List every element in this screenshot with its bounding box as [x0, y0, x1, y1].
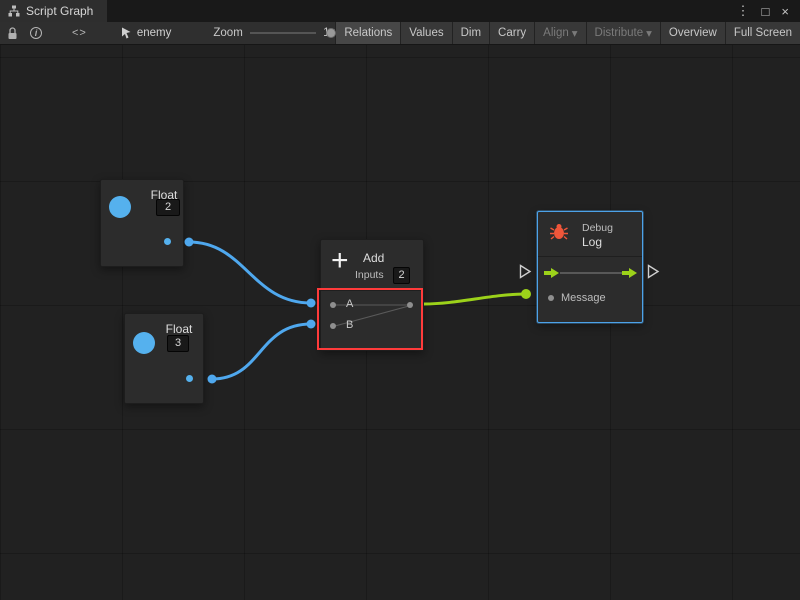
window-controls: ⋮ □ ×	[732, 0, 800, 22]
inputs-label: Inputs	[355, 269, 384, 281]
graph-name-group: enemy	[121, 27, 172, 39]
distribute-button[interactable]: Distribute ▾	[586, 22, 660, 44]
message-input-port[interactable]	[548, 295, 554, 301]
node-title: Log	[582, 235, 602, 249]
zoom-slider-track	[250, 32, 316, 34]
toolbar: i <> enemy Zoom 1x Relations Values Dim …	[0, 22, 800, 45]
wire-float1-to-add-a[interactable]	[189, 242, 311, 303]
zoom-slider[interactable]	[250, 26, 316, 40]
info-icon[interactable]: i	[30, 24, 42, 42]
flow-output-arrow-icon[interactable]	[622, 267, 638, 279]
titlebar: Script Graph ⋮ □ ×	[0, 0, 800, 22]
tab-title: Script Graph	[26, 4, 93, 18]
chevron-down-icon: ▾	[572, 26, 578, 40]
add-icon: +	[331, 246, 349, 276]
cursor-icon	[121, 27, 132, 39]
carry-button[interactable]: Carry	[489, 22, 534, 44]
float-output-port[interactable]	[186, 375, 193, 382]
wire-endpoint	[208, 375, 217, 384]
port-a-label: A	[346, 298, 353, 310]
tab-script-graph[interactable]: Script Graph	[0, 0, 107, 22]
chevron-down-icon: ▾	[646, 26, 652, 40]
node-title: Float	[159, 322, 199, 336]
node-group-label: Debug	[582, 222, 613, 234]
wire-endpoint	[307, 299, 316, 308]
zoom-label: Zoom	[213, 27, 242, 39]
node-separator	[321, 290, 423, 291]
output-port-sum[interactable]	[407, 302, 413, 308]
node-debug-log[interactable]: Debug Log Message	[537, 211, 643, 323]
node-separator	[538, 256, 642, 257]
flow-exit-triangle-icon[interactable]	[647, 264, 660, 279]
node-title: Add	[363, 251, 384, 265]
wire-add-to-log-message[interactable]	[424, 294, 526, 304]
node-float-2[interactable]: Float 3	[124, 313, 204, 404]
values-button[interactable]: Values	[400, 22, 451, 44]
wire-endpoint	[185, 238, 194, 247]
flow-relation-line	[560, 272, 622, 274]
window-maximize-icon[interactable]: □	[757, 4, 775, 19]
overview-button[interactable]: Overview	[660, 22, 725, 44]
graph-canvas[interactable]: Float 2 Float 3 + Add Inputs 2 A B	[0, 45, 800, 600]
float-value-field[interactable]: 3	[167, 335, 189, 352]
flow-entry-triangle-icon[interactable]	[519, 264, 532, 279]
inputs-count-field[interactable]: 2	[393, 267, 410, 284]
window-menu-icon[interactable]: ⋮	[732, 3, 755, 19]
input-port-a[interactable]	[330, 302, 336, 308]
node-float-1[interactable]: Float 2	[100, 179, 184, 267]
fullscreen-button[interactable]: Full Screen	[725, 22, 800, 44]
input-port-b[interactable]	[330, 323, 336, 329]
wire-float2-to-add-b[interactable]	[212, 324, 311, 379]
code-icon[interactable]: <>	[72, 24, 87, 42]
float-output-port[interactable]	[164, 238, 171, 245]
script-graph-icon	[8, 5, 20, 17]
wire-endpoint	[307, 320, 316, 329]
port-b-label: B	[346, 319, 353, 331]
graph-name: enemy	[137, 27, 172, 39]
bug-icon	[549, 223, 569, 241]
window-close-icon[interactable]: ×	[776, 4, 794, 19]
align-button[interactable]: Align ▾	[534, 22, 585, 44]
relations-button[interactable]: Relations	[335, 22, 400, 44]
lock-icon[interactable]	[7, 24, 18, 42]
flow-input-arrow-icon[interactable]	[544, 267, 560, 279]
dim-button[interactable]: Dim	[452, 22, 489, 44]
message-label: Message	[561, 292, 606, 304]
float-value-field[interactable]: 2	[156, 199, 180, 216]
float-input-port[interactable]	[109, 196, 131, 218]
toolbar-buttons: Relations Values Dim Carry Align ▾ Distr…	[335, 22, 800, 44]
node-add[interactable]: + Add Inputs 2 A B	[320, 239, 424, 351]
float-input-port[interactable]	[133, 332, 155, 354]
wire-endpoint	[521, 289, 531, 299]
zoom-slider-thumb[interactable]	[326, 28, 336, 38]
